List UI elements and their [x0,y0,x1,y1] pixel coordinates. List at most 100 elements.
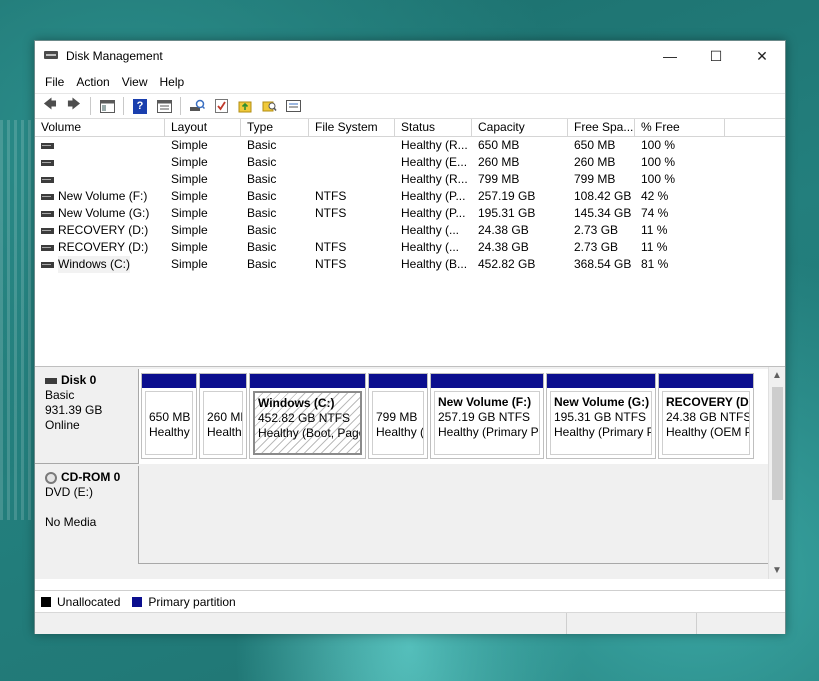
toolbar: 🡄 🡆 ? [35,93,785,119]
cell-status: Healthy (R... [401,172,468,186]
minimize-button[interactable]: — [647,41,693,71]
scroll-up-icon[interactable]: ▲ [769,367,785,384]
partition-size: 24.38 GB NTFS [666,410,750,424]
cell-free: 799 MB [574,172,616,186]
cell-capacity: 650 MB [478,138,520,152]
partition-size: 799 MB [376,410,418,424]
cell-status: Healthy (B... [401,257,468,271]
volume-name: New Volume (F:) [58,189,148,203]
cell-fs [309,137,395,154]
search-folder-icon[interactable] [258,96,280,116]
partition-status: Healthy (Primary P [554,425,652,439]
primary-partition-swatch [132,596,143,607]
volume-name: RECOVERY (D:) [58,223,149,237]
menu-file[interactable]: File [39,75,70,89]
unallocated-swatch [41,596,51,607]
cell-fs [309,154,395,171]
volume-drive-icon [41,244,54,251]
cell-layout: Simple [171,257,208,271]
menu-help[interactable]: Help [154,75,191,89]
close-button[interactable]: ✕ [739,41,785,71]
status-pane-tertiary [697,613,785,634]
partition-block[interactable]: 799 MB Healthy ( [368,373,428,459]
title-bar[interactable]: Disk Management — ☐ ✕ [35,41,785,71]
help-icon[interactable]: ? [129,96,151,116]
cdrom-0-media-area [139,466,768,563]
column-header-status[interactable]: Status [395,119,472,136]
column-header-volume[interactable]: Volume [35,119,165,136]
cdrom-0-row: CD-ROM 0 DVD (E:) No Media [35,466,768,564]
checklist-icon[interactable] [210,96,232,116]
cell-pct: 100 % [641,138,676,152]
volume-drive-icon [41,261,54,268]
volume-cell: Windows (C:) [35,256,165,273]
volume-cell: New Volume (F:) [35,188,165,205]
partition-size: 257.19 GB NTFS [438,410,531,424]
menu-bar: File Action View Help [35,71,785,93]
table-row[interactable]: RECOVERY (D:) Simple Basic Healthy (... 24.3… [35,222,785,239]
column-header-capacity[interactable]: Capacity [472,119,568,136]
partition-block[interactable]: 260 MEHealth [199,373,247,459]
column-header-layout[interactable]: Layout [165,119,241,136]
table-row[interactable]: Simple Basic Healthy (R... 799 MB 799 MB 100 … [35,171,785,188]
volume-drive-icon [41,142,54,149]
volume-drive-icon [41,159,54,166]
cell-pct: 11 % [641,240,668,254]
volume-cell: RECOVERY (D:) [35,222,165,239]
export-folder-icon[interactable] [234,96,256,116]
disk-0-label[interactable]: Disk 0 Basic 931.39 GB Online [35,369,139,464]
partition-block[interactable]: New Volume (G:) 195.31 GB NTFS Healthy (Pr… [546,373,656,459]
properties-icon[interactable] [282,96,304,116]
connect-disk-icon[interactable] [186,96,208,116]
cell-pct: 100 % [641,172,676,186]
partition-details: New Volume (F:) 257.19 GB NTFS Healthy (Pr… [434,391,540,455]
forward-arrow-icon[interactable]: 🡆 [63,96,85,116]
scroll-thumb[interactable] [772,387,783,500]
cell-capacity: 452.82 GB [478,257,536,271]
column-header-type[interactable]: Type [241,119,309,136]
toolbar-separator [180,97,181,115]
table-row[interactable]: New Volume (F:) Simple Basic NTFS Healthy (P… [35,188,785,205]
back-arrow-icon[interactable]: 🡄 [39,96,61,116]
hard-disk-icon [45,377,57,384]
cdrom-0-label[interactable]: CD-ROM 0 DVD (E:) No Media [35,466,139,564]
cell-capacity: 260 MB [478,155,520,169]
partition-details: 650 MB Healthy [145,391,193,455]
cell-fs: NTFS [315,189,347,203]
toolbar-separator [90,97,91,115]
scroll-down-icon[interactable]: ▼ [769,562,785,579]
partition-block[interactable]: 650 MB Healthy [141,373,197,459]
cell-capacity: 257.19 GB [478,189,536,203]
partition-type-bar [431,374,543,388]
table-row[interactable]: New Volume (G:) Simple Basic NTFS Healthy (P… [35,205,785,222]
cell-type: Basic [247,189,277,203]
console-tree-icon[interactable] [96,96,118,116]
partition-type-bar [200,374,246,388]
cell-type: Basic [247,172,277,186]
table-row[interactable]: Simple Basic Healthy (E... 260 MB 260 MB 100 … [35,154,785,171]
disk-management-window: Disk Management — ☐ ✕ File Action View H… [34,40,786,634]
menu-action[interactable]: Action [70,75,115,89]
cell-free: 368.54 GB [574,257,632,271]
table-row[interactable]: RECOVERY (D:) Simple Basic NTFS Healthy (...… [35,239,785,256]
partition-block[interactable]: Windows (C:) 452.82 GB NTFS Healthy (Boot,… [249,373,366,459]
column-header-free-space[interactable]: Free Spa... [568,119,635,136]
maximize-button[interactable]: ☐ [693,41,739,71]
disk-0-type: Basic [45,388,75,402]
cell-pct: 74 % [641,206,669,220]
partition-size: 260 ME [207,410,242,424]
partition-block[interactable]: RECOVERY (D: 24.38 GB NTFS Healthy (OEM P [658,373,754,459]
cell-layout: Simple [171,206,208,220]
graph-scrollbar[interactable]: ▲ ▼ [768,367,785,579]
cell-type: Basic [247,138,277,152]
cell-pct: 81 % [641,257,669,271]
column-header-percent-free[interactable]: % Free [635,119,725,136]
cell-status: Healthy (R... [401,138,468,152]
table-row[interactable]: Windows (C:) Simple Basic NTFS Healthy (B...… [35,256,785,273]
table-row[interactable]: Simple Basic Healthy (R... 650 MB 650 MB 100 … [35,137,785,154]
show-hide-pane-icon[interactable] [153,96,175,116]
menu-view[interactable]: View [116,75,154,89]
column-header-file-system[interactable]: File System [309,119,395,136]
partition-block[interactable]: New Volume (F:) 257.19 GB NTFS Healthy (Pr… [430,373,544,459]
cdrom-0-name-row: CD-ROM 0 [45,470,128,485]
